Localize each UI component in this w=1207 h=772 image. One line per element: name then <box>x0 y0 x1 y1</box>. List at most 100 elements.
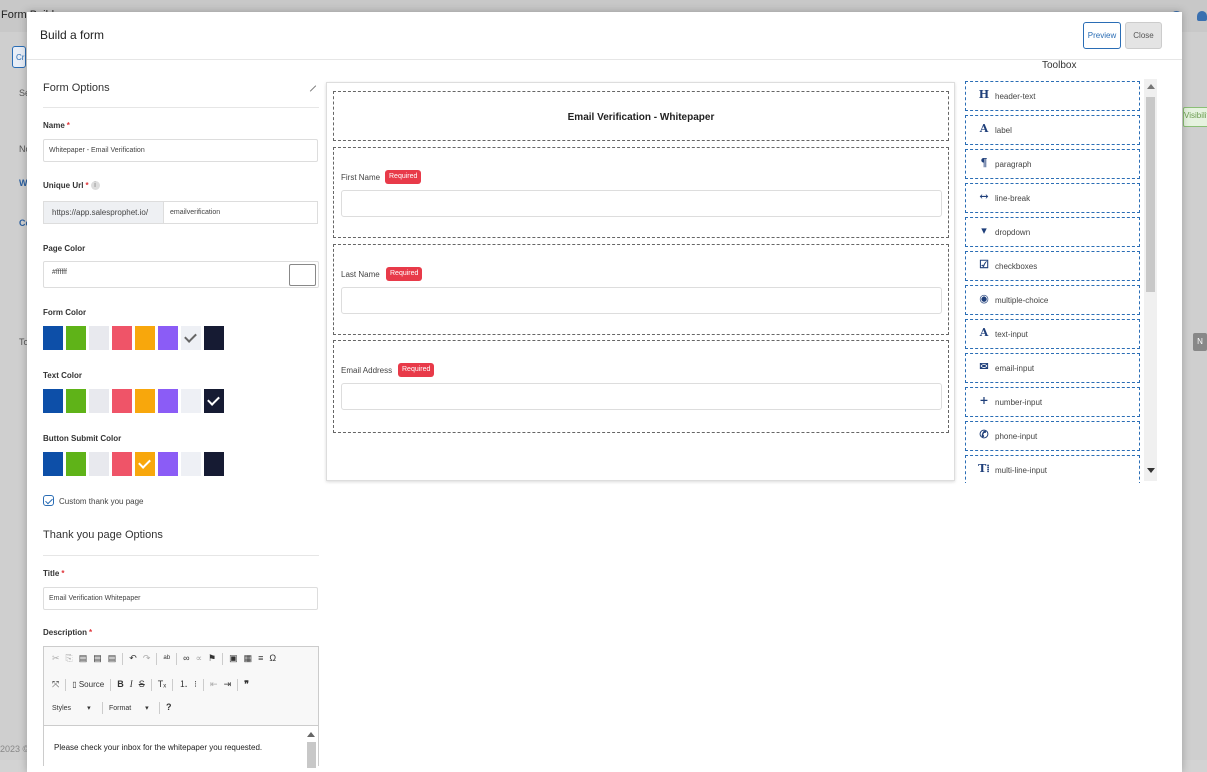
form-color-swatch[interactable] <box>158 326 178 350</box>
last-name-input[interactable] <box>341 287 942 314</box>
divider <box>43 555 319 556</box>
cut-icon[interactable]: ✂ <box>52 653 60 664</box>
field-block-last-name[interactable]: Last Name Required <box>333 244 949 335</box>
background-create-button[interactable]: Cr <box>12 46 26 68</box>
toolbox-item-paragraph[interactable]: ¶ paragraph <box>965 149 1140 179</box>
form-color-swatch[interactable] <box>181 326 201 350</box>
text-color-swatch[interactable] <box>158 389 178 413</box>
button-color-swatch[interactable] <box>158 452 178 476</box>
button-color-swatch[interactable] <box>89 452 109 476</box>
toolbox-item-line-break[interactable]: ↔ line-break <box>965 183 1140 213</box>
text-color-swatch[interactable] <box>135 389 155 413</box>
source-label: Source <box>78 680 105 689</box>
bulleted-list-icon[interactable]: ⁝ <box>194 679 197 690</box>
toolbox-scroll-thumb[interactable] <box>1146 97 1155 292</box>
toolbox-item-label[interactable]: Alabel <box>965 115 1140 145</box>
paste-icon[interactable]: ▤ <box>79 653 88 664</box>
name-input[interactable]: Whitepaper - Email Verification <box>43 139 318 162</box>
horizontal-line-icon[interactable]: ≡ <box>258 653 263 663</box>
editor-scroll-up-icon[interactable] <box>307 732 315 737</box>
spellcheck-icon[interactable]: ᵃᵇ <box>163 653 170 663</box>
form-header-block[interactable]: Email Verification - Whitepaper <box>333 91 949 141</box>
maximize-icon[interactable]: ⤧ <box>52 679 59 690</box>
text-color-swatch[interactable] <box>43 389 63 413</box>
format-dropdown[interactable]: Format ▾ <box>109 704 153 712</box>
form-color-swatch[interactable] <box>66 326 86 350</box>
link-icon[interactable]: ∞ <box>183 653 189 663</box>
text-color-swatch[interactable] <box>204 389 224 413</box>
email-address-input[interactable] <box>341 383 942 410</box>
text-color-swatch[interactable] <box>89 389 109 413</box>
button-color-swatch[interactable] <box>181 452 201 476</box>
toolbox-item-phone-input[interactable]: ✆ phone-input <box>965 421 1140 451</box>
edit-pencil-icon[interactable] <box>309 85 317 92</box>
toolbox-item-checkboxes[interactable]: ☑ checkboxes <box>965 251 1140 281</box>
field-block-first-name[interactable]: First Name Required <box>333 147 949 238</box>
toolbox-item-number-input[interactable]: + number-input <box>965 387 1140 417</box>
background-next-button[interactable]: N <box>1193 333 1207 351</box>
text-color-swatch[interactable] <box>181 389 201 413</box>
toolbox-item-dropdown[interactable]: ▾ dropdown <box>965 217 1140 247</box>
form-color-swatch[interactable] <box>204 326 224 350</box>
form-color-swatch[interactable] <box>112 326 132 350</box>
form-color-swatch[interactable] <box>89 326 109 350</box>
text-color-swatch[interactable] <box>66 389 86 413</box>
button-color-swatch[interactable] <box>135 452 155 476</box>
field-block-email[interactable]: Email Address Required <box>333 340 949 433</box>
first-name-input[interactable] <box>341 190 942 217</box>
special-char-icon[interactable]: Ω <box>269 653 276 663</box>
checkbox-icon: ☑ <box>979 258 989 271</box>
anchor-flag-icon[interactable]: ⚑ <box>208 653 216 664</box>
help-icon[interactable]: ? <box>166 702 172 712</box>
blockquote-icon[interactable]: ❞ <box>244 679 249 690</box>
paste-word-icon[interactable]: ▤ <box>108 653 117 664</box>
strikethrough-icon[interactable]: S <box>139 679 145 689</box>
editor-scrollbar[interactable] <box>307 742 316 768</box>
button-color-swatch[interactable] <box>204 452 224 476</box>
toolbox-item-text-input[interactable]: Atext-input <box>965 319 1140 349</box>
unique-url-label: Unique Url * i <box>43 181 100 190</box>
editor-content-area[interactable]: Please check your inbox for the whitepap… <box>44 725 318 768</box>
numbered-list-icon[interactable]: ⒈ <box>179 677 188 690</box>
source-icon[interactable]: ▯ Source <box>72 680 104 689</box>
scroll-up-icon[interactable] <box>1147 84 1155 89</box>
page-color-picker[interactable] <box>289 264 316 286</box>
toolbox-item-multiple-choice[interactable]: ◉ multiple-choice <box>965 285 1140 315</box>
close-button[interactable]: Close <box>1125 22 1162 49</box>
undo-icon[interactable]: ↶ <box>129 653 137 664</box>
outdent-icon[interactable]: ⇤ <box>210 679 218 690</box>
unique-url-input[interactable]: emailverification <box>163 201 318 224</box>
toolbox-item-label: number-input <box>995 398 1043 407</box>
toolbox-item-multi-line-input[interactable]: T⁞ multi-line-input <box>965 455 1140 483</box>
custom-thank-you-checkbox[interactable] <box>43 495 54 506</box>
copy-icon[interactable]: ⎘ <box>66 653 73 664</box>
toolbox-item-header-text[interactable]: Hheader-text <box>965 81 1140 111</box>
build-form-modal: Build a form Preview Close Form Options … <box>27 12 1182 772</box>
scroll-down-icon[interactable] <box>1147 468 1155 473</box>
background-user-icon[interactable] <box>1197 11 1207 21</box>
table-icon[interactable]: ▦ <box>244 653 253 664</box>
remove-format-icon[interactable]: Tₓ <box>158 679 166 689</box>
button-color-swatch[interactable] <box>43 452 63 476</box>
form-color-swatch[interactable] <box>43 326 63 350</box>
styles-dropdown[interactable]: Styles ▾ <box>52 704 96 712</box>
toolbox-scrollbar[interactable] <box>1144 79 1157 481</box>
check-icon <box>138 456 151 469</box>
toolbox-item-label: multiple-choice <box>995 296 1049 305</box>
redo-icon[interactable]: ↷ <box>143 653 151 664</box>
paste-text-icon[interactable]: ▤ <box>93 653 102 664</box>
button-color-swatch[interactable] <box>66 452 86 476</box>
bold-icon[interactable]: B <box>117 679 124 689</box>
unlink-icon[interactable]: ∝ <box>196 653 202 664</box>
italic-icon[interactable]: I <box>130 679 133 689</box>
indent-icon[interactable]: ⇥ <box>224 679 232 690</box>
preview-button[interactable]: Preview <box>1083 22 1121 49</box>
form-color-swatch[interactable] <box>135 326 155 350</box>
text-color-swatch[interactable] <box>112 389 132 413</box>
title-input[interactable]: Email Verification Whitepaper <box>43 587 318 610</box>
toolbox-item-email-input[interactable]: ✉ email-input <box>965 353 1140 383</box>
page-color-field[interactable]: #ffffff <box>43 261 319 288</box>
page-color-value: #ffffff <box>52 269 67 276</box>
button-color-swatch[interactable] <box>112 452 132 476</box>
image-icon[interactable]: ▣ <box>229 653 238 664</box>
